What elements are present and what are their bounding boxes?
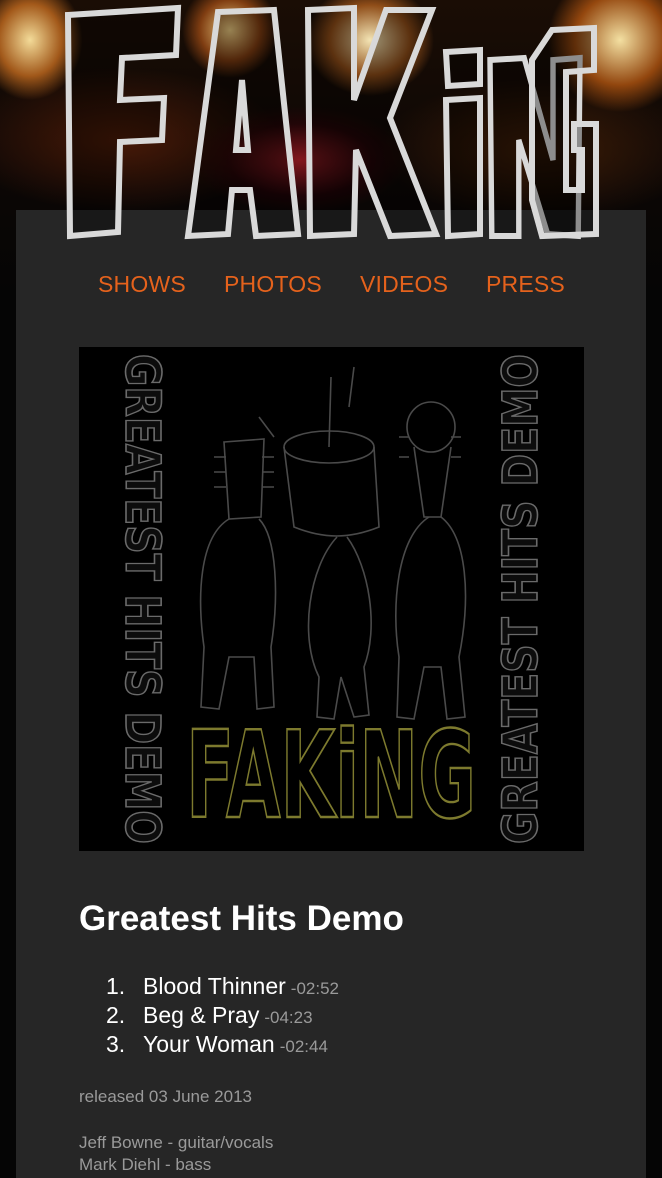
credit-line: Jeff Bowne - guitar/vocals <box>79 1133 274 1152</box>
nav-shows[interactable]: SHOWS <box>98 271 186 298</box>
track-duration: -02:52 <box>290 979 339 998</box>
main-nav: SHOWS PHOTOS VIDEOS PRESS <box>0 271 662 303</box>
cover-band-name: FAKiNG <box>186 707 476 846</box>
track-duration: -04:23 <box>264 1008 313 1027</box>
credits: Jeff Bowne - guitar/vocals Mark Diehl - … <box>79 1132 273 1176</box>
track-number: 3. <box>106 1031 126 1057</box>
credit-line: Mark Diehl - bass <box>79 1155 212 1174</box>
track-title[interactable]: Blood Thinner <box>143 973 286 999</box>
release-date: released 03 June 2013 <box>79 1087 252 1106</box>
nav-videos[interactable]: VIDEOS <box>360 271 448 298</box>
nav-photos[interactable]: PHOTOS <box>224 271 322 298</box>
page: SHOWS PHOTOS VIDEOS PRESS GREATEST HITS … <box>0 0 662 1178</box>
track-list: 1. Blood Thinner -02:52 2. Beg & Pray -04:23… <box>106 972 339 1059</box>
cover-side-text-right: GREATEST HITS DEMO <box>493 354 549 844</box>
album-title: Greatest Hits Demo <box>79 899 404 938</box>
track-number: 2. <box>106 1002 126 1028</box>
track-title[interactable]: Beg & Pray <box>143 1002 259 1028</box>
track-item[interactable]: 1. Blood Thinner -02:52 <box>106 972 339 1001</box>
nav-press[interactable]: PRESS <box>486 271 565 298</box>
track-duration: -02:44 <box>279 1037 328 1056</box>
album-cover[interactable]: GREATEST HITS DEMO GREATEST HITS DEMO FA… <box>79 347 584 851</box>
album-cover-art: GREATEST HITS DEMO GREATEST HITS DEMO FA… <box>79 347 584 851</box>
track-number: 1. <box>106 973 126 999</box>
band-logo[interactable] <box>60 0 604 245</box>
cover-side-text-left: GREATEST HITS DEMO <box>114 354 170 844</box>
track-title[interactable]: Your Woman <box>143 1031 275 1057</box>
track-item[interactable]: 2. Beg & Pray -04:23 <box>106 1001 339 1030</box>
track-item[interactable]: 3. Your Woman -02:44 <box>106 1030 339 1059</box>
